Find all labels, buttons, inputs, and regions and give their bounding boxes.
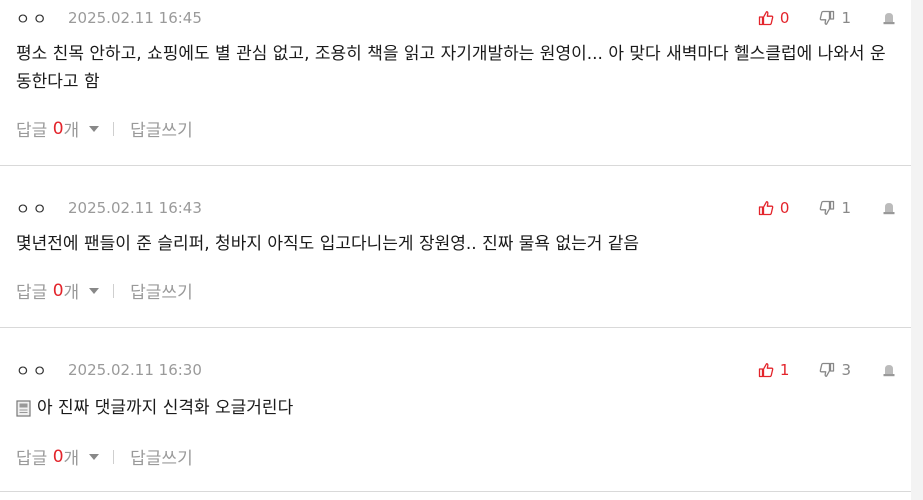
thumbs-down-icon [820, 10, 835, 25]
chevron-down-icon[interactable] [89, 287, 100, 294]
like-button[interactable]: 0 [758, 9, 790, 27]
document-icon [16, 400, 31, 417]
comment-meta: ㅇㅇ 2025.02.11 16:43 [16, 198, 202, 218]
reply-label[interactable]: 답글 [16, 444, 47, 469]
comment-nickname: ㅇㅇ [16, 361, 50, 380]
dislike-count: 3 [841, 361, 851, 379]
reply-count[interactable]: 0 [53, 119, 64, 139]
comment-text: 평소 친목 안하고, 쇼핑에도 별 관심 없고, 조용히 책을 읽고 자기개발하… [16, 40, 887, 96]
comment-text: 몇년전에 팬들이 준 슬리퍼, 청바지 아직도 입고다니는게 장원영.. 진짜 … [16, 230, 887, 258]
comment-item: ㅇㅇ 2025.02.11 16:43 0 1 몇년전에 팬들이 준 슬리퍼, [0, 198, 911, 328]
chevron-down-icon[interactable] [89, 125, 100, 132]
comment-actions: 0 1 [758, 8, 897, 28]
reply-label[interactable]: 답글 [16, 116, 47, 141]
dislike-count: 1 [841, 199, 851, 217]
like-button[interactable]: 1 [758, 361, 790, 379]
dislike-button[interactable]: 1 [819, 9, 851, 27]
comment-date: 2025.02.11 16:43 [68, 199, 202, 217]
siren-icon [883, 365, 895, 377]
reply-count[interactable]: 0 [53, 281, 64, 301]
comment-nickname: ㅇㅇ [16, 9, 50, 28]
comment-actions: 0 1 [758, 198, 897, 218]
siren-icon [883, 13, 895, 25]
comment-text-content: 몇년전에 팬들이 준 슬리퍼, 청바지 아직도 입고다니는게 장원영.. 진짜 … [16, 234, 640, 254]
report-button[interactable] [881, 10, 897, 26]
comment-actions: 1 3 [758, 360, 897, 380]
thumbs-up-icon [758, 11, 774, 26]
thumbs-down-icon [820, 200, 835, 215]
comment-footer: 답글 0개 답글쓰기 [16, 444, 193, 470]
dislike-button[interactable]: 3 [819, 361, 851, 379]
comment-text-content: 평소 친목 안하고, 쇼핑에도 별 관심 없고, 조용히 책을 읽고 자기개발하… [16, 44, 886, 92]
reply-label[interactable]: 답글 [16, 278, 47, 303]
like-count: 0 [779, 9, 790, 27]
divider [113, 121, 115, 136]
comment-date: 2025.02.11 16:45 [68, 9, 202, 27]
reply-count[interactable]: 0 [53, 447, 64, 467]
like-count: 0 [779, 199, 790, 217]
comment-text-content: 아 진짜 댓글까지 신격화 오글거린다 [37, 398, 294, 418]
comment-text: 아 진짜 댓글까지 신격화 오글거린다 [16, 394, 887, 422]
comment-meta: ㅇㅇ 2025.02.11 16:45 [16, 8, 202, 28]
like-button[interactable]: 0 [758, 199, 790, 217]
write-reply-link[interactable]: 답글쓰기 [130, 444, 193, 469]
comment-nickname: ㅇㅇ [16, 199, 50, 218]
chevron-down-icon[interactable] [89, 453, 100, 460]
reply-unit[interactable]: 개 [64, 116, 80, 141]
report-button[interactable] [881, 200, 897, 216]
write-reply-link[interactable]: 답글쓰기 [130, 116, 193, 141]
thumbs-down-icon [820, 362, 835, 377]
write-reply-link[interactable]: 답글쓰기 [130, 278, 193, 303]
divider [113, 449, 115, 464]
comment-footer: 답글 0개 답글쓰기 [16, 116, 193, 142]
dislike-button[interactable]: 1 [819, 199, 851, 217]
reply-unit[interactable]: 개 [64, 278, 80, 303]
thumbs-up-icon [758, 201, 774, 216]
siren-icon [883, 203, 895, 215]
divider [113, 283, 115, 298]
reply-unit[interactable]: 개 [64, 444, 80, 469]
thumbs-up-icon [758, 363, 774, 378]
report-button[interactable] [881, 362, 897, 378]
comment-meta: ㅇㅇ 2025.02.11 16:30 [16, 360, 202, 380]
dislike-count: 1 [841, 9, 851, 27]
like-count: 1 [779, 361, 790, 379]
comment-item: ㅇㅇ 2025.02.11 16:30 1 3 아 진짜 댓글까지 신격화 오글… [0, 360, 911, 492]
comment-date: 2025.02.11 16:30 [68, 361, 202, 379]
scrollbar-track[interactable] [911, 0, 923, 500]
comment-item: ㅇㅇ 2025.02.11 16:45 0 1 평소 친목 안하고, 쇼핑에도 [0, 8, 911, 166]
comment-footer: 답글 0개 답글쓰기 [16, 278, 193, 304]
